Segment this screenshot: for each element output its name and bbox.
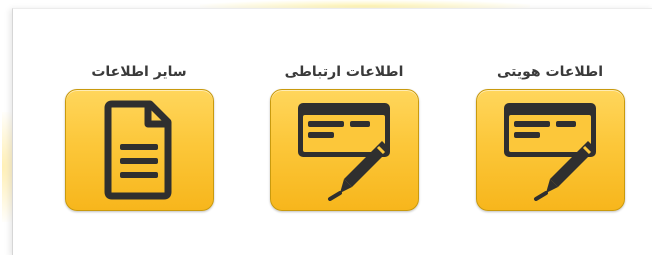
page: اطلاعات هویتی اطلاعات ارتباطی سایر اطلاع… (0, 0, 652, 255)
tile-other-info: سایر اطلاعات (59, 61, 219, 211)
tile-label: اطلاعات ارتباطی (284, 64, 404, 80)
id-card-sign-icon (298, 103, 390, 201)
identity-info-button[interactable] (475, 89, 625, 211)
info-panel: اطلاعات هویتی اطلاعات ارتباطی سایر اطلاع… (12, 8, 652, 255)
tile-identity-info: اطلاعات هویتی (470, 61, 630, 211)
id-card-sign-icon (504, 103, 596, 201)
tile-label: اطلاعات هویتی (497, 64, 603, 80)
document-icon (104, 100, 172, 200)
tile-contact-info: اطلاعات ارتباطی (264, 61, 424, 211)
tile-label: سایر اطلاعات (91, 64, 187, 80)
other-info-button[interactable] (64, 89, 214, 211)
contact-info-button[interactable] (269, 89, 419, 211)
